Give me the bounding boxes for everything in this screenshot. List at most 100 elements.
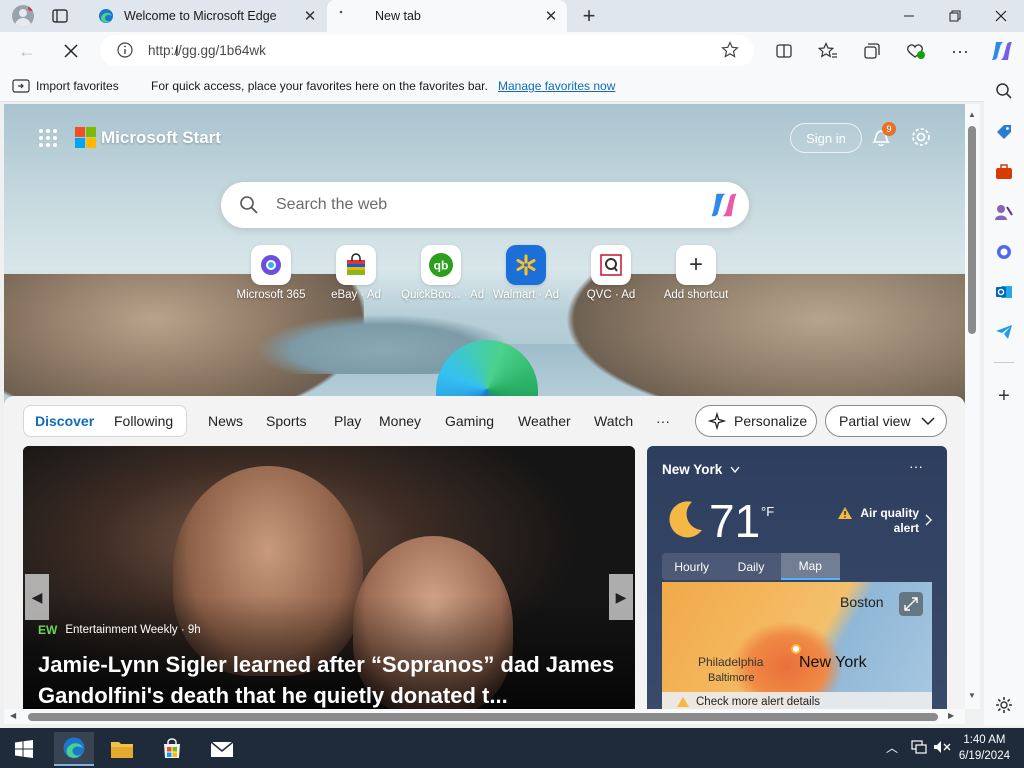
telegram-send-icon[interactable] xyxy=(991,319,1017,345)
sign-in-button[interactable]: Sign in xyxy=(790,123,862,153)
ebay-bag-icon xyxy=(336,245,376,285)
weather-tab-daily[interactable]: Daily xyxy=(721,553,780,580)
favorite-star-icon[interactable] xyxy=(721,41,739,59)
app-launcher-icon[interactable] xyxy=(38,128,58,148)
tab-watch[interactable]: Watch xyxy=(594,413,633,429)
new-tab-plus-icon[interactable]: + xyxy=(577,3,601,28)
alert-details-bar[interactable]: Check more alert details xyxy=(662,692,932,709)
clock-time: 1:40 AM xyxy=(963,734,1006,746)
personalize-button[interactable]: Personalize xyxy=(695,405,817,437)
url-text[interactable]: http://gg.gg/1b64wk xyxy=(148,43,266,58)
tools-briefcase-icon[interactable] xyxy=(991,159,1017,185)
vertical-scrollbar[interactable]: ▲ ▼ xyxy=(965,104,980,709)
weather-map[interactable]: Boston New York Philadelphia Baltimore C… xyxy=(662,582,932,709)
tab-following[interactable]: Following xyxy=(114,413,173,429)
shopping-tag-icon[interactable] xyxy=(991,119,1017,145)
people-icon[interactable] xyxy=(991,199,1017,225)
tab-sports[interactable]: Sports xyxy=(266,413,306,429)
weather-tab-hourly[interactable]: Hourly xyxy=(662,553,721,580)
microsoft-365-icon[interactable] xyxy=(991,239,1017,265)
tab-play[interactable]: Play xyxy=(334,413,361,429)
mail-icon[interactable] xyxy=(202,732,242,766)
shortcut-ebay[interactable]: eBay · Ad xyxy=(316,245,396,301)
sidebar-divider xyxy=(994,362,1014,363)
weather-unit[interactable]: °F xyxy=(761,504,774,519)
brand-title[interactable]: Microsoft Start xyxy=(101,128,221,148)
view-mode-dropdown[interactable]: Partial view xyxy=(825,405,947,437)
weather-location-dropdown[interactable]: New York xyxy=(662,462,740,477)
scroll-left-arrow-icon[interactable]: ◀ xyxy=(10,711,16,720)
chevron-right-icon xyxy=(925,514,933,526)
expand-map-icon[interactable] xyxy=(899,592,923,616)
shortcut-label: QuickBoo... · Ad xyxy=(401,289,485,301)
chevron-down-icon xyxy=(730,466,740,474)
show-hidden-icons-chevron-icon[interactable]: ︿ xyxy=(886,739,898,756)
hero-news-card[interactable]: ◀ ▶ EW Entertainment Weekly · 9h Jamie-L… xyxy=(23,446,635,709)
vertical-scroll-thumb[interactable] xyxy=(968,126,976,334)
restore-icon[interactable] xyxy=(932,0,978,32)
news-headline[interactable]: Jamie-Lynn Sigler learned after “Soprano… xyxy=(38,649,628,709)
tab-actions-icon[interactable] xyxy=(50,6,70,26)
import-favorites-button[interactable]: Import favorites xyxy=(36,79,119,93)
more-options-icon[interactable]: ··· xyxy=(947,38,973,64)
minimize-icon[interactable] xyxy=(886,0,932,32)
network-icon[interactable] xyxy=(911,740,927,754)
search-icon[interactable] xyxy=(991,78,1017,104)
close-tab-icon[interactable]: ✕ xyxy=(298,4,322,28)
horizontal-scrollbar[interactable]: ◀ ▶ xyxy=(4,709,965,724)
tab-new-tab[interactable]: New tab ✕ xyxy=(327,0,567,32)
taskbar-edge-icon[interactable] xyxy=(54,732,94,766)
horizontal-scroll-thumb[interactable] xyxy=(28,713,938,721)
back-arrow-icon[interactable]: ← xyxy=(14,38,40,64)
air-quality-alert[interactable]: Air quality alert xyxy=(837,506,933,536)
close-window-icon[interactable] xyxy=(978,0,1024,32)
carousel-next-button[interactable]: ▶ xyxy=(609,574,633,620)
personalize-label: Personalize xyxy=(734,413,808,429)
tab-money[interactable]: Money xyxy=(379,413,421,429)
feed-navigation: Discover Following News Sports Play Mone… xyxy=(4,396,965,444)
sidebar-settings-icon[interactable] xyxy=(991,692,1017,718)
windows-start-icon[interactable] xyxy=(4,732,44,766)
add-sidebar-app-icon[interactable]: + xyxy=(991,383,1017,409)
tab-news[interactable]: News xyxy=(208,413,243,429)
favorites-bar-message: For quick access, place your favorites h… xyxy=(151,79,488,93)
volume-muted-icon[interactable] xyxy=(933,740,951,754)
stop-loading-icon[interactable] xyxy=(58,38,84,64)
microsoft-store-icon[interactable] xyxy=(152,732,192,766)
tab-weather[interactable]: Weather xyxy=(518,413,571,429)
site-info-icon[interactable] xyxy=(117,42,133,58)
shortcut-qvc[interactable]: QVC · Ad xyxy=(571,245,651,301)
page-settings-gear-icon[interactable] xyxy=(910,126,932,148)
close-tab-icon[interactable]: ✕ xyxy=(539,4,563,28)
split-screen-icon[interactable] xyxy=(771,38,797,64)
browser-essentials-icon[interactable] xyxy=(903,38,929,64)
scroll-right-arrow-icon[interactable]: ▶ xyxy=(948,711,954,720)
collections-icon[interactable] xyxy=(859,38,885,64)
shortcut-microsoft-365[interactable]: Microsoft 365 xyxy=(231,245,311,301)
profile-avatar[interactable] xyxy=(12,5,34,27)
shortcut-quickbooks[interactable]: qb QuickBoo... · Ad xyxy=(401,245,485,301)
map-label-philadelphia: Philadelphia xyxy=(698,655,764,669)
weather-tab-map[interactable]: Map xyxy=(780,553,840,580)
carousel-prev-button[interactable]: ◀ xyxy=(25,574,49,620)
tab-gaming[interactable]: Gaming xyxy=(445,413,494,429)
tab-welcome[interactable]: Welcome to Microsoft Edge ✕ xyxy=(88,0,326,32)
address-bar[interactable]: http://gg.gg/1b64wk I xyxy=(100,35,754,66)
add-shortcut-button[interactable]: + Add shortcut xyxy=(656,245,736,301)
weather-card[interactable]: New York ··· 71 °F Air quality alert Hou… xyxy=(647,446,947,709)
more-tabs-button[interactable]: ··· xyxy=(656,413,670,429)
shortcut-walmart[interactable]: Walmart · Ad xyxy=(486,245,566,301)
copilot-icon[interactable] xyxy=(709,191,739,219)
scroll-down-arrow-icon[interactable]: ▼ xyxy=(968,691,976,700)
scroll-up-arrow-icon[interactable]: ▲ xyxy=(968,110,976,119)
weather-more-icon[interactable]: ··· xyxy=(909,458,923,474)
web-search-box[interactable]: Search the web xyxy=(221,182,749,228)
favorites-icon[interactable] xyxy=(815,38,841,64)
loading-icon xyxy=(337,8,353,24)
file-explorer-icon[interactable] xyxy=(102,732,142,766)
tab-discover[interactable]: Discover xyxy=(35,413,94,429)
manage-favorites-link[interactable]: Manage favorites now xyxy=(498,79,615,93)
outlook-icon[interactable] xyxy=(991,279,1017,305)
system-clock[interactable]: 1:40 AM 6/19/2024 xyxy=(959,732,1010,764)
copilot-icon[interactable] xyxy=(989,38,1015,64)
